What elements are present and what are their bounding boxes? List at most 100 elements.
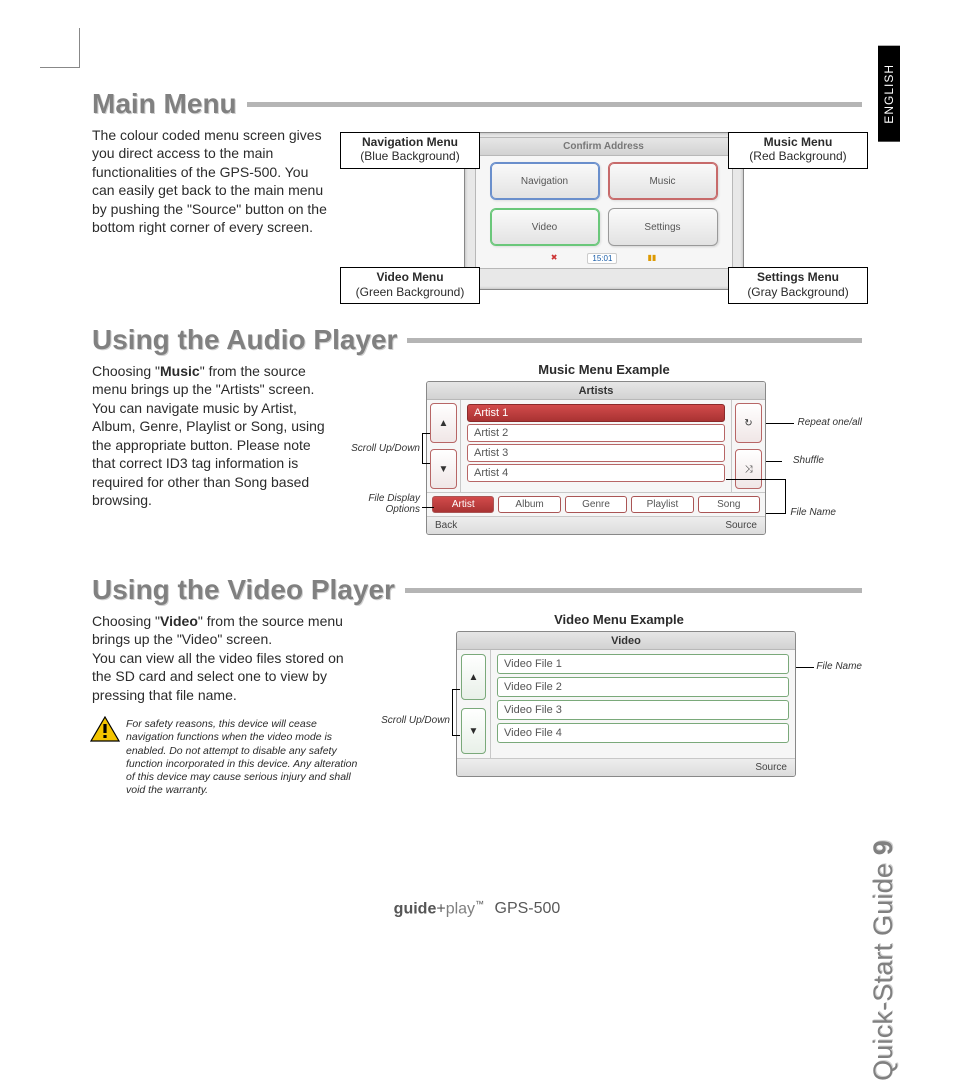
model-label: GPS-500 <box>495 900 561 917</box>
video-scroll-col: ▲ ▼ <box>457 650 491 758</box>
body-fragment: Choosing " <box>92 613 160 629</box>
scroll-down-button[interactable]: ▼ <box>430 449 457 489</box>
list-item[interactable]: Video File 3 <box>497 700 789 720</box>
scroll-down-button[interactable]: ▼ <box>461 708 486 754</box>
source-button[interactable]: Source <box>717 517 765 534</box>
anno-line <box>796 667 814 668</box>
callout-title: Music Menu <box>764 135 833 149</box>
device-status-bar: ✖ 15:01 ▮▮ <box>476 253 732 264</box>
anno-filename: File Name <box>790 507 836 518</box>
brand-play: play <box>446 900 475 917</box>
list-item[interactable]: Video File 1 <box>497 654 789 674</box>
video-button[interactable]: Video <box>490 208 600 246</box>
anno-line <box>726 479 786 480</box>
anno-scroll: Scroll Up/Down <box>346 443 420 454</box>
tab-artist[interactable]: Artist <box>432 496 494 513</box>
brand-plus: + <box>436 900 445 917</box>
status-left-icon: ✖ <box>551 253 558 264</box>
video-subhead: Video Menu Example <box>376 612 862 627</box>
list-item[interactable]: Artist 2 <box>467 424 725 442</box>
list-item[interactable]: Video File 4 <box>497 723 789 743</box>
shuffle-icon[interactable]: ⤨ <box>735 449 762 489</box>
footer: guide+play™ GPS-500 <box>0 899 954 918</box>
anno-filename: File Name <box>816 661 862 672</box>
list-item[interactable]: Artist 3 <box>467 444 725 462</box>
anno-line <box>422 433 423 464</box>
callout-music: Music Menu (Red Background) <box>728 132 868 169</box>
music-device-title: Artists <box>427 382 765 400</box>
anno-line <box>785 479 786 514</box>
tab-playlist[interactable]: Playlist <box>631 496 693 513</box>
video-device: Video ▲ ▼ Video File 1 Video File 2 Vide… <box>456 631 796 777</box>
heading-text: Using the Audio Player <box>92 324 397 356</box>
callout-sub: (Blue Background) <box>360 149 459 163</box>
page-number: 9 <box>868 840 898 855</box>
tab-genre[interactable]: Genre <box>565 496 627 513</box>
status-clock: 15:01 <box>587 253 617 264</box>
anno-line <box>422 463 430 464</box>
video-list: Video File 1 Video File 2 Video File 3 V… <box>491 650 795 758</box>
list-item[interactable]: Video File 2 <box>497 677 789 697</box>
list-item[interactable]: Artist 4 <box>467 464 725 482</box>
anno-file-display: File Display Options <box>346 493 420 515</box>
artist-list: Artist 1 Artist 2 Artist 3 Artist 4 <box>461 400 731 492</box>
source-button[interactable]: Source <box>747 759 795 776</box>
video-body: Choosing "Video" from the source menu br… <box>92 612 362 812</box>
settings-button[interactable]: Settings <box>608 208 718 246</box>
heading-rule <box>405 588 862 593</box>
callout-nav: Navigation Menu (Blue Background) <box>340 132 480 169</box>
body-fragment: " from the source menu brings up the "Ar… <box>92 363 325 508</box>
heading-text: Main Menu <box>92 88 237 120</box>
main-menu-device: Confirm Address Navigation Music Video S… <box>432 126 777 296</box>
crop-mark <box>40 28 80 68</box>
anno-repeat: Repeat one/all <box>798 417 863 428</box>
music-button[interactable]: Music <box>608 162 718 200</box>
callout-title: Video Menu <box>376 270 443 284</box>
anno-line <box>452 735 460 736</box>
device-title: Confirm Address <box>476 138 732 156</box>
audio-body: Choosing "Music" from the source menu br… <box>92 362 332 552</box>
list-item[interactable]: Artist 1 <box>467 404 725 422</box>
body-bold: Music <box>160 363 200 379</box>
callout-title: Settings Menu <box>757 270 839 284</box>
callout-sub: (Red Background) <box>749 149 846 163</box>
callout-sub: (Gray Background) <box>747 285 848 299</box>
browse-tabs: Artist Album Genre Playlist Song <box>427 492 765 516</box>
warning-text: For safety reasons, this device will cea… <box>126 718 357 796</box>
anno-line <box>452 689 453 736</box>
video-device-title: Video <box>457 632 795 650</box>
anno-line <box>422 433 430 434</box>
heading-text: Using the Video Player <box>92 574 395 606</box>
heading-rule <box>247 102 862 107</box>
warning-icon <box>90 716 120 742</box>
scroll-up-button[interactable]: ▲ <box>430 403 457 443</box>
anno-line <box>452 689 460 690</box>
side-title: Quick-Start Guide 9 <box>868 834 899 1081</box>
heading-audio-player: Using the Audio Player <box>92 324 862 356</box>
callout-title: Navigation Menu <box>362 135 458 149</box>
warning-block: For safety reasons, this device will cea… <box>92 718 362 797</box>
music-subhead: Music Menu Example <box>346 362 862 377</box>
back-button[interactable]: Back <box>427 517 465 534</box>
heading-rule <box>407 338 862 343</box>
music-device: Artists ▲ ▼ Artist 1 Artist 2 Artist 3 A… <box>426 381 766 535</box>
anno-line <box>766 513 786 514</box>
scroll-up-button[interactable]: ▲ <box>461 654 486 700</box>
nav-button[interactable]: Navigation <box>490 162 600 200</box>
anno-scroll: Scroll Up/Down <box>376 715 450 726</box>
callout-video: Video Menu (Green Background) <box>340 267 480 304</box>
body-fragment: Choosing " <box>92 363 160 379</box>
heading-video-player: Using the Video Player <box>92 574 862 606</box>
scroll-col-left: ▲ ▼ <box>427 400 461 492</box>
body-bold: Video <box>160 613 198 629</box>
status-battery-icon: ▮▮ <box>647 253 656 264</box>
tab-song[interactable]: Song <box>698 496 760 513</box>
language-tab: ENGLISH <box>878 46 900 142</box>
tab-album[interactable]: Album <box>498 496 560 513</box>
callout-settings: Settings Menu (Gray Background) <box>728 267 868 304</box>
anno-line <box>766 423 794 424</box>
repeat-icon[interactable]: ↻ <box>735 403 762 443</box>
heading-main-menu: Main Menu <box>92 88 862 120</box>
anno-shuffle: Shuffle <box>793 455 824 466</box>
brand-guide: guide <box>394 900 437 917</box>
